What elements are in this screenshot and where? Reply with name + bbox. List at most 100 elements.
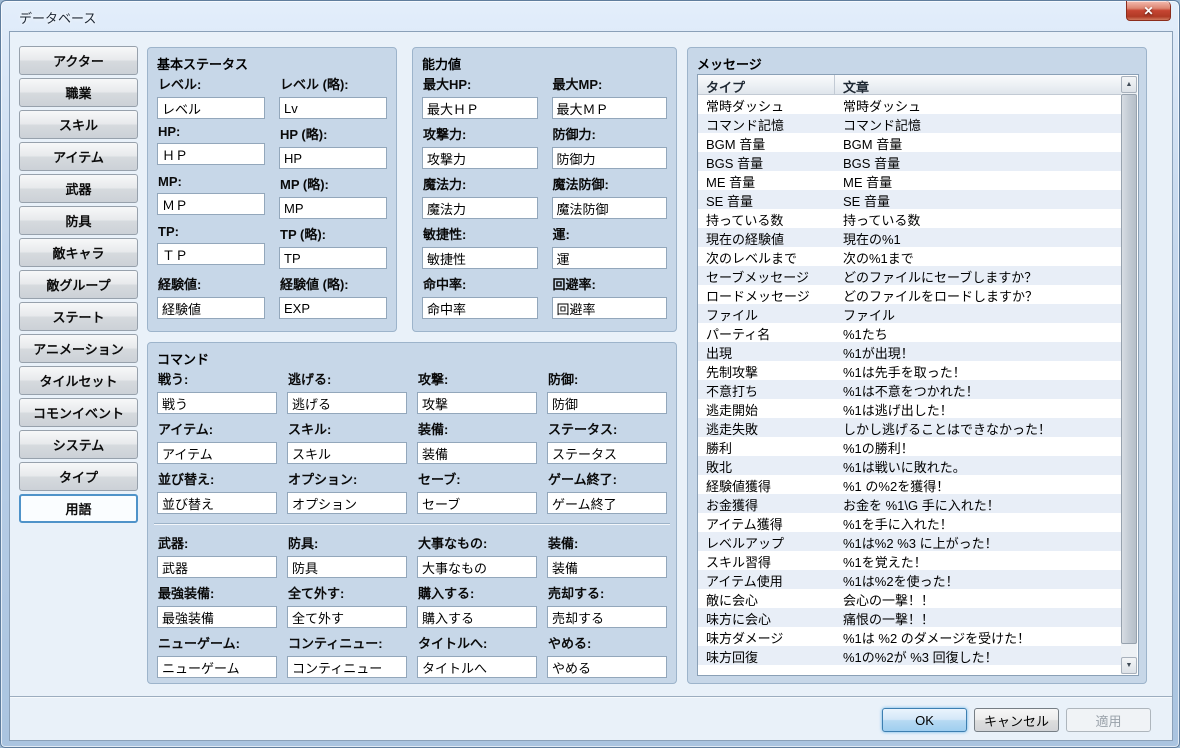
command-optimize-input[interactable] (157, 606, 277, 628)
message-row[interactable]: アイテム使用 %1は%2を使った！ (698, 570, 1121, 589)
basic-level-input[interactable] (157, 97, 265, 119)
message-row[interactable]: SE 音量 SE 音量 (698, 190, 1121, 209)
message-row[interactable]: コマンド記憶 コマンド記憶 (698, 114, 1121, 133)
message-row[interactable]: 現在の経験値 現在の%1 (698, 228, 1121, 247)
basic-exp-input[interactable] (157, 297, 265, 319)
scrollbar-thumb[interactable] (1121, 94, 1137, 644)
command-clear-all-input[interactable] (287, 606, 407, 628)
message-row[interactable]: 勝利 %1の勝利！ (698, 437, 1121, 456)
sidebar-item-weapons[interactable]: 武器 (19, 174, 138, 203)
command-cancel-input[interactable] (547, 656, 667, 678)
basic-mp-input[interactable] (157, 193, 265, 215)
basic-mp-short-input[interactable] (279, 197, 387, 219)
command-continue-input[interactable] (287, 656, 407, 678)
param-max-mp-input[interactable] (551, 97, 667, 119)
message-row[interactable]: BGM 音量 BGM 音量 (698, 133, 1121, 152)
command-sell-input[interactable] (547, 606, 667, 628)
titlebar[interactable]: データベース ✕ (1, 1, 1179, 31)
command-weapon-input[interactable] (157, 556, 277, 578)
command-new-game-input[interactable] (157, 656, 277, 678)
command-fight-input[interactable] (157, 392, 277, 414)
sidebar-item-states[interactable]: ステート (19, 302, 138, 331)
basic-tp-short-input[interactable] (279, 247, 387, 269)
command-sort-input[interactable] (157, 492, 277, 514)
command-equip-input[interactable] (417, 442, 537, 464)
sidebar-item-enemies[interactable]: 敵キャラ (19, 238, 138, 267)
sidebar-item-actors[interactable]: アクター (19, 46, 138, 75)
message-row[interactable]: パーティ名 %1たち (698, 323, 1121, 342)
basic-hp-short-input[interactable] (279, 147, 387, 169)
sidebar-item-animations[interactable]: アニメーション (19, 334, 138, 363)
param-agility-input[interactable] (422, 247, 538, 269)
message-row[interactable]: 味方に会心 痛恨の一撃！！ (698, 608, 1121, 627)
vertical-scrollbar[interactable]: ▲ ▼ (1121, 76, 1137, 674)
message-row[interactable]: 敗北 %1は戦いに敗れた。 (698, 456, 1121, 475)
command-status-input[interactable] (547, 442, 667, 464)
scroll-up-button[interactable]: ▲ (1121, 76, 1137, 93)
sidebar-item-tilesets[interactable]: タイルセット (19, 366, 138, 395)
param-attack-input[interactable] (422, 147, 538, 169)
message-row[interactable]: 逃走失敗 しかし逃げることはできなかった！ (698, 418, 1121, 437)
message-row[interactable]: お金獲得 お金を %1\G 手に入れた！ (698, 494, 1121, 513)
command-skill-input[interactable] (287, 442, 407, 464)
message-row[interactable]: 逃走開始 %1は逃げ出した！ (698, 399, 1121, 418)
message-row[interactable]: 先制攻撃 %1は先手を取った！ (698, 361, 1121, 380)
message-row[interactable]: ロードメッセージ どのファイルをロードしますか？ (698, 285, 1121, 304)
basic-tp-input[interactable] (157, 243, 265, 265)
sidebar-item-types[interactable]: タイプ (19, 462, 138, 491)
cancel-button[interactable]: キャンセル (974, 708, 1059, 732)
param-luck-input[interactable] (551, 247, 667, 269)
message-row[interactable]: 敵に会心 会心の一撃！！ (698, 589, 1121, 608)
param-magic-defense-input[interactable] (551, 197, 667, 219)
message-row[interactable]: スキル習得 %1を覚えた！ (698, 551, 1121, 570)
param-defense-input[interactable] (551, 147, 667, 169)
command-attack-input[interactable] (417, 392, 537, 414)
basic-hp-input[interactable] (157, 143, 265, 165)
command-item-input[interactable] (157, 442, 277, 464)
command-equip2-input[interactable] (547, 556, 667, 578)
ok-button[interactable]: OK (882, 708, 967, 732)
message-row[interactable]: 経験値獲得 %1 の%2を獲得！ (698, 475, 1121, 494)
sidebar-item-armors[interactable]: 防具 (19, 206, 138, 235)
param-hit-rate-input[interactable] (422, 297, 538, 319)
message-row[interactable]: レベルアップ %1は%2 %3 に上がった！ (698, 532, 1121, 551)
basic-level-short-input[interactable] (279, 97, 387, 119)
message-row[interactable]: 味方回復 %1の%2が %3 回復した！ (698, 646, 1121, 665)
message-row[interactable]: 次のレベルまで 次の%1まで (698, 247, 1121, 266)
sidebar-item-skills[interactable]: スキル (19, 110, 138, 139)
scroll-down-button[interactable]: ▼ (1121, 657, 1137, 674)
param-evasion-rate-input[interactable] (551, 297, 667, 319)
message-text-cell: %1を覚えた！ (843, 555, 927, 570)
message-row[interactable]: 不意打ち %1は不意をつかれた！ (698, 380, 1121, 399)
message-row[interactable]: 常時ダッシュ 常時ダッシュ (698, 95, 1121, 114)
command-buy-input[interactable] (417, 606, 537, 628)
sidebar-item-common-events[interactable]: コモンイベント (19, 398, 138, 427)
column-header-type[interactable]: タイプ (698, 75, 835, 95)
message-row[interactable]: 出現 %1が出現！ (698, 342, 1121, 361)
message-row[interactable]: セーブメッセージ どのファイルにセーブしますか？ (698, 266, 1121, 285)
message-row[interactable]: ファイル ファイル (698, 304, 1121, 323)
command-escape-input[interactable] (287, 392, 407, 414)
command-save-input[interactable] (417, 492, 537, 514)
basic-exp-short-input[interactable] (279, 297, 387, 319)
command-armor-input[interactable] (287, 556, 407, 578)
command-to-title-input[interactable] (417, 656, 537, 678)
sidebar-item-classes[interactable]: 職業 (19, 78, 138, 107)
command-guard-input[interactable] (547, 392, 667, 414)
sidebar-item-system[interactable]: システム (19, 430, 138, 459)
sidebar-item-items[interactable]: アイテム (19, 142, 138, 171)
close-button[interactable]: ✕ (1126, 1, 1171, 21)
message-row[interactable]: アイテム獲得 %1を手に入れた！ (698, 513, 1121, 532)
param-magic-attack-input[interactable] (422, 197, 538, 219)
command-key-item-input[interactable] (417, 556, 537, 578)
command-game-end-input[interactable] (547, 492, 667, 514)
command-options-input[interactable] (287, 492, 407, 514)
message-row[interactable]: BGS 音量 BGS 音量 (698, 152, 1121, 171)
column-header-text[interactable]: 文章 (835, 75, 1121, 95)
sidebar-item-troops[interactable]: 敵グループ (19, 270, 138, 299)
message-row[interactable]: ME 音量 ME 音量 (698, 171, 1121, 190)
message-row[interactable]: 持っている数 持っている数 (698, 209, 1121, 228)
param-max-hp-input[interactable] (422, 97, 538, 119)
message-row[interactable]: 味方ダメージ %1は %2 のダメージを受けた！ (698, 627, 1121, 646)
sidebar-item-terms[interactable]: 用語 (19, 494, 138, 523)
